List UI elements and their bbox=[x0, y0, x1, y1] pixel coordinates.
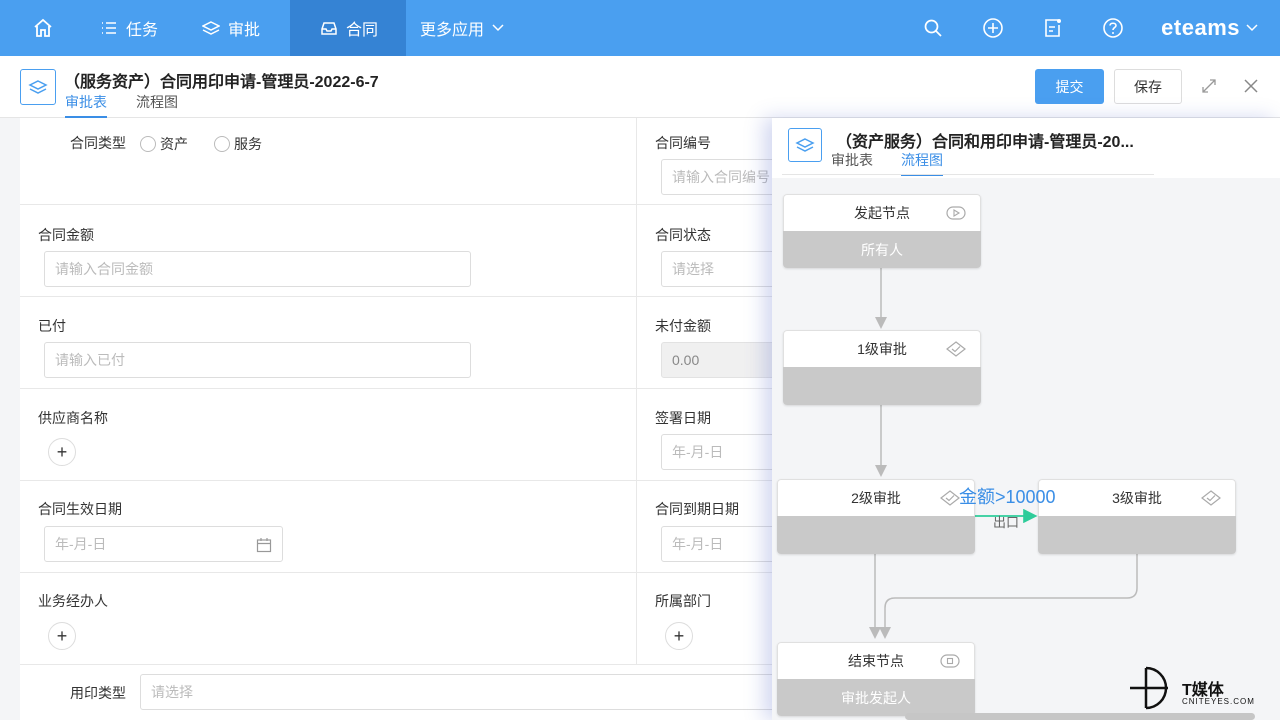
stop-icon bbox=[940, 653, 960, 669]
node-assignee bbox=[777, 516, 975, 554]
play-icon bbox=[946, 205, 966, 221]
watermark: T媒体 CNITEYES.COM bbox=[1128, 660, 1278, 716]
approve-icon bbox=[1201, 490, 1221, 506]
approve-icon bbox=[946, 341, 966, 357]
watermark-logo bbox=[1130, 666, 1168, 710]
node-title: 结束节点 bbox=[848, 653, 904, 669]
node-assignee: 审批发起人 bbox=[777, 679, 975, 716]
approve-icon bbox=[940, 490, 960, 506]
node-assignee: 所有人 bbox=[783, 231, 981, 268]
branch-condition[interactable]: 金额>10000 bbox=[959, 483, 1056, 509]
flow-node-level2[interactable]: 2级审批 bbox=[777, 479, 975, 554]
flow-connectors bbox=[869, 268, 1138, 639]
watermark-site: CNITEYES.COM bbox=[1182, 697, 1255, 706]
node-title: 1级审批 bbox=[857, 341, 907, 357]
flow-edge-l3-end bbox=[879, 554, 1138, 639]
node-assignee bbox=[783, 367, 981, 405]
node-title: 发起节点 bbox=[854, 205, 910, 221]
node-title: 3级审批 bbox=[1112, 490, 1162, 506]
flow-node-end[interactable]: 结束节点 审批发起人 bbox=[777, 642, 975, 716]
exit-label: 出口 bbox=[993, 515, 1020, 530]
flow-node-level1[interactable]: 1级审批 bbox=[783, 330, 981, 405]
node-title: 2级审批 bbox=[851, 490, 901, 506]
flow-node-level3[interactable]: 3级审批 bbox=[1038, 479, 1236, 554]
flow-node-start[interactable]: 发起节点 所有人 bbox=[783, 194, 981, 268]
node-assignee bbox=[1038, 516, 1236, 554]
